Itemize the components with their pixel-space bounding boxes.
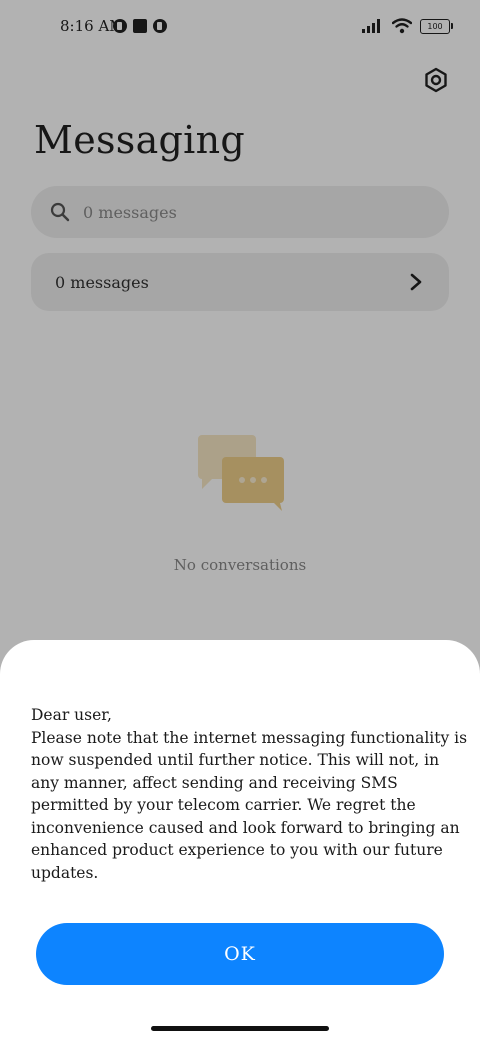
home-indicator[interactable] [151, 1026, 329, 1031]
ok-button[interactable]: OK [36, 923, 444, 985]
notice-bottom-sheet: Dear user, Please note that the internet… [0, 640, 480, 1040]
notice-message: Dear user, Please note that the internet… [31, 706, 468, 882]
messaging-screen: 8:16 AM 100 Messaging 0 messages 0 messa… [0, 0, 480, 1040]
